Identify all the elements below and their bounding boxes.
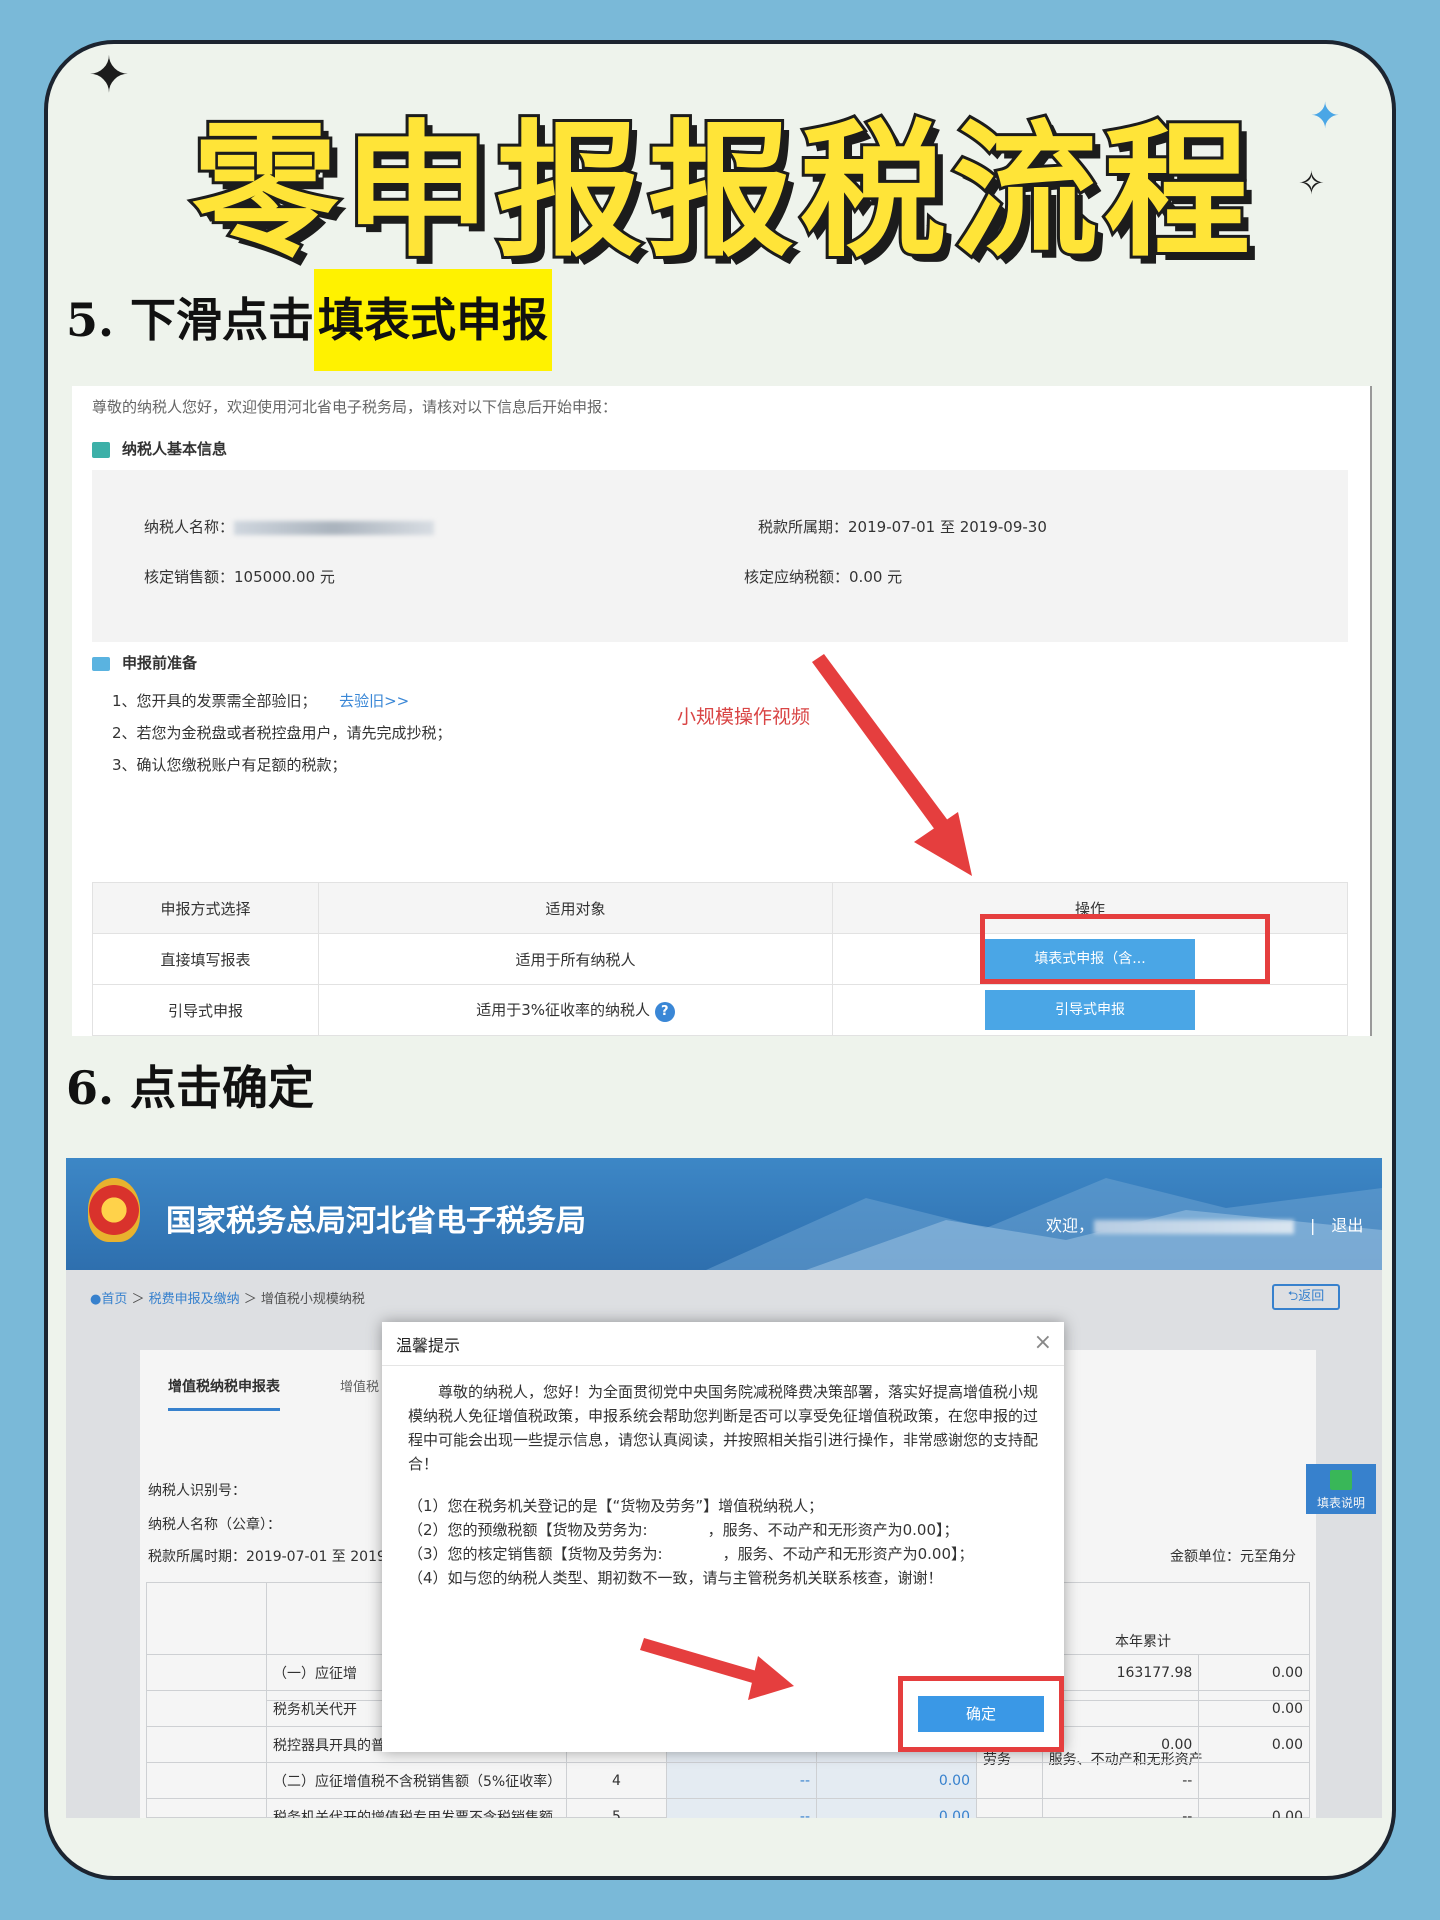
step-5-heading: 5. 下滑点击填表式申报	[66, 269, 553, 371]
dialog-item: （1）您在税务机关登记的是【“货物及劳务”】增值税纳税人；	[408, 1497, 824, 1515]
dialog-title: 温馨提示	[382, 1322, 1064, 1366]
greeting-text: 尊敬的纳税人您好，欢迎使用河北省电子税务局，请核对以下信息后开始申报：	[92, 398, 618, 416]
emblem-icon	[88, 1178, 140, 1242]
sparkle-icon: ✧	[1298, 164, 1325, 202]
step-6-heading: 6. 点击确定	[66, 1061, 315, 1115]
screenshot-declaration-page: 尊敬的纳税人您好，欢迎使用河北省电子税务局，请核对以下信息后开始申报： 纳税人基…	[72, 386, 1372, 1036]
basic-info-box: 纳税人名称： 税款所属期：2019-07-01 至 2019-09-30 核定销…	[92, 470, 1348, 642]
close-icon[interactable]: ×	[1034, 1330, 1052, 1355]
check-old-invoice-link[interactable]: 去验旧>>	[339, 692, 409, 710]
section-basic-info: 纳税人基本信息	[92, 438, 227, 459]
video-link[interactable]: 小规模操作视频	[677, 702, 810, 729]
poster-card: 零申报报税流程 ✦ ✦ ✧ 5. 下滑点击填表式申报 尊敬的纳税人您好，欢迎使用…	[44, 40, 1396, 1880]
sparkle-icon: ✦	[1310, 96, 1341, 137]
dialog-item: （4）如与您的纳税人类型、期初数不一致，请与主管税务机关联系核查，谢谢！	[408, 1569, 943, 1587]
dialog-item: （2）您的预缴税额【货物及劳务为: ，服务、不动产和无形资产为0.00】；	[408, 1521, 959, 1539]
sales-row: 核定销售额：105000.00 元	[144, 568, 335, 586]
user-card-icon	[92, 441, 110, 458]
screenshot-confirm-dialog: 国家税务总局河北省电子税务局 欢迎， | 退出 ●首页 ＞ 税费申报及缴纳 ＞ …	[66, 1158, 1382, 1818]
site-title: 国家税务总局河北省电子税务局	[166, 1204, 586, 1239]
dialog-item: （3）您的核定销售额【货物及劳务为: ，服务、不动产和无形资产为0.00】；	[408, 1545, 974, 1563]
dialog-body: 尊敬的纳税人，您好！为全面贯彻党中央国务院减税降费决策部署，落实好提高增值税小规…	[382, 1366, 1064, 1604]
tax-period-row: 税款所属期：2019-07-01 至 2019-09-30	[758, 518, 1047, 536]
help-icon[interactable]: ?	[654, 1001, 675, 1022]
logout-link[interactable]: 退出	[1331, 1216, 1363, 1235]
sparkle-icon: ✦	[88, 46, 130, 104]
step-5-highlight: 填表式申报	[314, 269, 553, 371]
taxpayer-name-row: 纳税人名称：	[144, 516, 435, 537]
site-banner: 国家税务总局河北省电子税务局 欢迎， | 退出	[66, 1158, 1382, 1270]
highlight-box	[898, 1676, 1064, 1752]
notice-dialog: 温馨提示 × 尊敬的纳税人，您好！为全面贯彻党中央国务院减税降费决策部署，落实好…	[382, 1322, 1064, 1752]
tax-amount-row: 核定应纳税额：0.00 元	[744, 568, 903, 586]
dialog-intro: 尊敬的纳税人，您好！为全面贯彻党中央国务院减税降费决策部署，落实好提高增值税小规…	[408, 1383, 1039, 1473]
highlight-box	[980, 914, 1270, 984]
blurred-name	[234, 520, 435, 535]
welcome-area: 欢迎， | 退出	[1046, 1216, 1364, 1235]
table-row: 引导式申报 适用于3%征收率的纳税人 ? 引导式申报	[92, 984, 1348, 1036]
guided-declaration-button[interactable]: 引导式申报	[985, 990, 1195, 1030]
prep-item-3: 3、确认您缴税账户有足额的税款；	[112, 756, 347, 774]
section-prep: 申报前准备	[92, 652, 197, 673]
poster-title: 零申报报税流程	[189, 104, 1256, 280]
layers-icon	[92, 656, 110, 671]
prep-item-1: 1、您开具的发票需全部验旧； 去验旧>>	[112, 692, 410, 710]
prep-item-2: 2、若您为金税盘或者税控盘用户，请先完成抄税；	[112, 724, 452, 742]
